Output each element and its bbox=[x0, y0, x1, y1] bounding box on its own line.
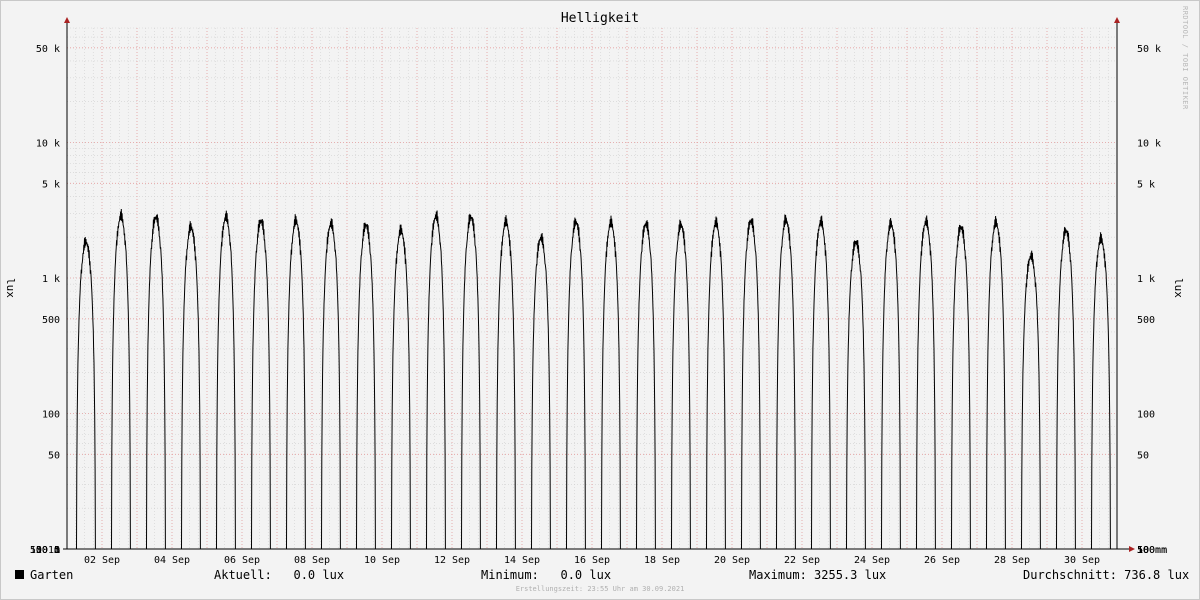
x-axis: 02 Sep 04 Sep 06 Sep 08 Sep 10 Sep 12 Sep 14 S… bbox=[84, 555, 1100, 566]
x-tick-label: 12 Sep bbox=[434, 555, 470, 566]
y-tick-label: 500 bbox=[1137, 315, 1155, 326]
y-tick-label: 50 k bbox=[1137, 44, 1161, 55]
x-tick-label: 02 Sep bbox=[84, 555, 120, 566]
y-tick-label: 10 k bbox=[36, 139, 60, 150]
y-tick-label: 50 bbox=[1137, 450, 1149, 461]
y-tick-label: 5 k bbox=[1137, 179, 1155, 190]
x-tick-label: 26 Sep bbox=[924, 555, 960, 566]
footer-timestamp: Erstellungszeit: 23:55 Uhr am 30.09.2021 bbox=[515, 585, 685, 593]
x-tick-label: 08 Sep bbox=[294, 555, 330, 566]
x-axis-arrow bbox=[1129, 546, 1135, 552]
right-y-axis: 10 m50 m100 m500 m1510501005001 k5 k10 k… bbox=[1137, 44, 1167, 556]
y-tick-label: 1 k bbox=[1137, 274, 1155, 285]
x-tick-label: 04 Sep bbox=[154, 555, 190, 566]
y-tick-label: 1 k bbox=[42, 274, 60, 285]
legend-maximum: Maximum: 3255.3 lux bbox=[749, 568, 887, 582]
right-y-axis-label: lux bbox=[1172, 278, 1185, 298]
x-tick-label: 24 Sep bbox=[854, 555, 890, 566]
rrdtool-watermark: RRDTOOL / TOBI OETIKER bbox=[1181, 6, 1189, 110]
x-tick-label: 22 Sep bbox=[784, 555, 820, 566]
x-tick-label: 14 Sep bbox=[504, 555, 540, 566]
legend-current: Aktuell: 0.0 lux bbox=[214, 568, 345, 582]
left-y-axis: 10 m50 m100 m500 m1510501005001 k5 k10 k… bbox=[30, 44, 60, 556]
legend-swatch bbox=[15, 570, 24, 579]
x-tick-label: 18 Sep bbox=[644, 555, 680, 566]
x-tick-label: 16 Sep bbox=[574, 555, 610, 566]
x-tick-label: 28 Sep bbox=[994, 555, 1030, 566]
y-tick-label: 100 bbox=[1137, 410, 1155, 421]
y-tick-label: 500 bbox=[42, 315, 60, 326]
legend-minimum: Minimum: 0.0 lux bbox=[481, 568, 612, 582]
left-y-axis-label: lux bbox=[4, 278, 17, 298]
y-tick-label: 10 bbox=[1137, 545, 1149, 556]
y-tick-label: 10 k bbox=[1137, 139, 1161, 150]
chart-title: Helligkeit bbox=[560, 11, 640, 26]
brightness-chart: 10 m50 m100 m500 m1510501005001 k5 k10 k… bbox=[30, 17, 1167, 566]
y-tick-label: 50 bbox=[48, 450, 60, 461]
y-tick-label: 50 k bbox=[36, 44, 60, 55]
y-tick-label: 10 bbox=[48, 545, 60, 556]
x-tick-label: 20 Sep bbox=[714, 555, 750, 566]
grid bbox=[67, 27, 1117, 550]
y-tick-label: 100 bbox=[42, 410, 60, 421]
x-tick-label: 30 Sep bbox=[1064, 555, 1100, 566]
legend-series-name: Garten bbox=[30, 568, 74, 582]
y-tick-label: 5 k bbox=[42, 179, 60, 190]
legend-average: Durchschnitt: 736.8 lux bbox=[1023, 568, 1190, 582]
x-tick-label: 06 Sep bbox=[224, 555, 260, 566]
x-tick-label: 10 Sep bbox=[364, 555, 400, 566]
